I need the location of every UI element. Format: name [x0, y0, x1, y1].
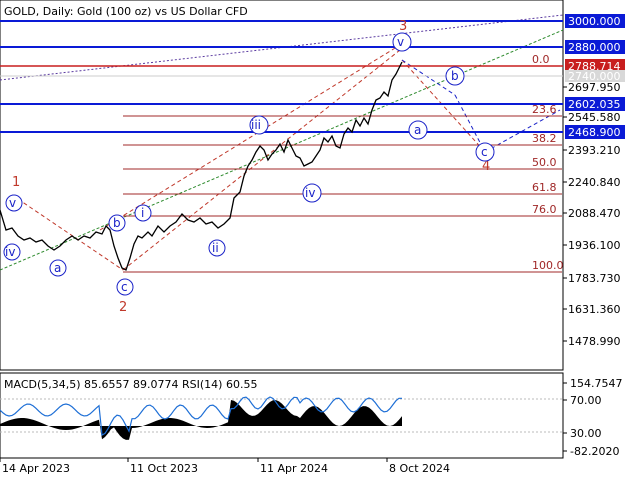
fib-label: 38.2 — [532, 132, 557, 145]
wave-marker-ii: ii — [212, 241, 219, 255]
wave-label-3: 3 — [399, 19, 407, 34]
tag-3000: 3000.000 — [568, 15, 621, 28]
price-tick-label: 1783.730 — [568, 272, 621, 285]
wave-marker-v-left: v — [9, 196, 16, 210]
price-tick-label: 2088.470 — [568, 207, 621, 220]
price-tick-label: 2545.580 — [568, 111, 621, 124]
indicator-tick-label: 70.00 — [570, 394, 602, 407]
wave-marker-a-left: a — [54, 261, 61, 275]
time-tick-label: 11 Oct 2023 — [130, 462, 198, 475]
price-tick-label: 2393.210 — [568, 144, 621, 157]
chart-canvas[interactable]: GOLD, Daily: Gold (100 oz) vs US Dollar … — [0, 0, 640, 480]
tag-2880: 2880.000 — [568, 41, 621, 54]
price-pane-frame — [0, 0, 564, 371]
fib-label: 76.0 — [532, 203, 557, 216]
price-tick-label: 1631.360 — [568, 303, 621, 316]
wave-label-2: 2 — [119, 300, 127, 315]
wave-marker-c-right: c — [481, 145, 488, 159]
wave-marker-b-right: b — [451, 69, 459, 83]
wave-marker-iv: iv — [305, 186, 315, 200]
time-tick-label: 8 Oct 2024 — [389, 462, 450, 475]
price-tick-label: 2240.840 — [568, 176, 621, 189]
time-axis: 14 Apr 2023 11 Oct 2023 11 Apr 2024 8 Oct 2… — [0, 458, 450, 475]
wave-marker-v: v — [397, 35, 404, 49]
wave-marker-iv-left: iv — [5, 245, 15, 259]
time-tick-label: 11 Apr 2024 — [260, 462, 328, 475]
wave-marker-c-left: c — [121, 280, 128, 294]
price-tick-label: 1478.990 — [568, 335, 621, 348]
fib-label: 0.0 — [532, 53, 550, 66]
indicator-label: MACD(5,34,5) 85.6557 89.0774 RSI(14) 60.… — [4, 378, 257, 391]
indicator-tick-label: 154.7547 — [570, 377, 623, 390]
wave-marker-b-left: b — [113, 216, 121, 230]
fib-label: 50.0 — [532, 156, 557, 169]
tag-2602: 2602.035 — [568, 98, 621, 111]
wave-marker-i: i — [141, 206, 144, 220]
fib-label: 100.0 — [532, 259, 564, 272]
chart-title: GOLD, Daily: Gold (100 oz) vs US Dollar … — [4, 5, 248, 18]
tag-2740: 2740.000 — [568, 70, 621, 83]
wave-label-1: 1 — [12, 175, 20, 190]
indicator-tick-label: 30.00 — [570, 427, 602, 440]
price-tick-label: 1936.100 — [568, 239, 621, 252]
wave-marker-iii: iii — [251, 118, 261, 132]
fib-label: 61.8 — [532, 181, 557, 194]
indicator-axis: 154.7547 70.00 30.00 -82.2020 — [563, 377, 623, 458]
wave-marker-a-right: a — [414, 123, 421, 137]
time-tick-label: 14 Apr 2023 — [2, 462, 70, 475]
indicator-tick-label: -82.2020 — [570, 445, 619, 458]
price-axis: 2697.9502545.5802393.2102240.8402088.470… — [563, 81, 621, 348]
tag-2468: 2468.900 — [568, 126, 621, 139]
